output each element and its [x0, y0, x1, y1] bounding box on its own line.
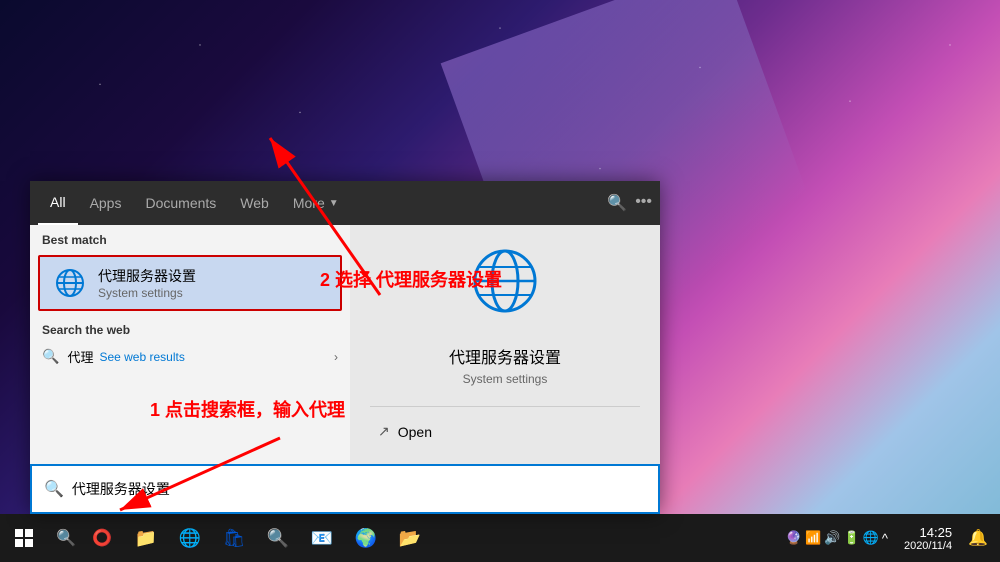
taskbar-wifi-icon[interactable]: 📶: [805, 530, 821, 546]
open-icon: ↗: [378, 423, 390, 440]
detail-subtitle: System settings: [463, 372, 548, 386]
taskbar-cortana-icon[interactable]: ⭕: [84, 514, 120, 562]
tab-apps[interactable]: Apps: [78, 181, 134, 225]
best-match-label: Best match: [30, 225, 350, 251]
tab-more[interactable]: More ▼: [281, 181, 351, 225]
taskbar-ie-icon[interactable]: 🌍: [344, 514, 388, 562]
windows-logo-icon: [15, 529, 33, 547]
taskbar-chevron-icon[interactable]: ^: [882, 531, 888, 546]
taskbar-edge-icon[interactable]: 🌐: [168, 514, 212, 562]
results-left-panel: Best match 代理服务器设置 Syst: [30, 225, 350, 464]
taskbar-right-area: 🔮 📶 🔊 🔋 🌐 ^ 14:25 2020/11/4 🔔: [782, 525, 1000, 552]
start-menu: All Apps Documents Web More ▼ 🔍 ••• Best…: [30, 181, 660, 514]
best-match-title: 代理服务器设置: [98, 266, 196, 286]
nav-tabs: All Apps Documents Web More ▼ 🔍 •••: [30, 181, 660, 225]
results-right-panel: 代理服务器设置 System settings ↗ Open: [350, 225, 660, 464]
taskbar-battery-icon: 🔋: [843, 530, 859, 546]
web-search-query: 代理: [67, 347, 93, 366]
taskbar: 🔍 ⭕ 📁 🌐 🛍 🔍 📧 🌍 📂 🔮 📶 🔊 🔋 🌐 ^: [0, 514, 1000, 562]
taskbar-notification-bell-icon[interactable]: 🔔: [964, 528, 992, 548]
desktop: All Apps Documents Web More ▼ 🔍 ••• Best…: [0, 0, 1000, 562]
detail-title: 代理服务器设置: [449, 344, 561, 368]
taskbar-volume-icon[interactable]: 🔊: [824, 530, 840, 546]
search-bar-icon: 🔍: [44, 479, 64, 499]
tab-documents[interactable]: Documents: [133, 181, 228, 225]
open-label: Open: [398, 424, 432, 440]
clock-date: 2020/11/4: [904, 540, 952, 552]
best-match-item[interactable]: 代理服务器设置 System settings: [38, 255, 342, 311]
web-search-item[interactable]: 🔍 代理 See web results ›: [30, 341, 350, 372]
tab-all[interactable]: All: [38, 181, 78, 225]
web-search-magnifier-icon: 🔍: [42, 348, 59, 365]
detail-open-button[interactable]: ↗ Open: [370, 419, 440, 444]
web-search-arrow-icon: ›: [334, 350, 338, 364]
taskbar-store-icon[interactable]: 🛍: [212, 514, 256, 562]
detail-divider: [370, 406, 640, 407]
search-bar[interactable]: 🔍 代理服务器设置: [30, 464, 660, 514]
best-match-text-group: 代理服务器设置 System settings: [98, 266, 196, 300]
annotation-text-2: 2 选择 代理服务器设置: [320, 266, 502, 292]
search-bar-value[interactable]: 代理服务器设置: [72, 479, 646, 499]
web-section-label: Search the web: [30, 315, 350, 341]
best-match-globe-icon: [52, 265, 88, 301]
taskbar-clock[interactable]: 14:25 2020/11/4: [896, 525, 960, 552]
clock-time: 14:25: [904, 525, 952, 540]
taskbar-search-icon[interactable]: 🔍: [48, 514, 84, 562]
taskbar-network-icon: 🌐: [863, 530, 879, 546]
annotation-text-1: 1 点击搜索框，输入代理: [150, 396, 345, 422]
pin-icon[interactable]: 🔍: [607, 193, 627, 213]
start-button[interactable]: [0, 514, 48, 562]
taskbar-search2-icon[interactable]: 🔍: [256, 514, 300, 562]
taskbar-folder2-icon[interactable]: 📂: [388, 514, 432, 562]
taskbar-notification-area: 🔮 📶 🔊 🔋 🌐 ^: [782, 530, 892, 546]
taskbar-mail-icon[interactable]: 📧: [300, 514, 344, 562]
web-search-label: See web results: [99, 350, 184, 364]
taskbar-vs-icon: 🔮: [786, 530, 802, 546]
taskbar-file-explorer-icon[interactable]: 📁: [124, 514, 168, 562]
tab-web[interactable]: Web: [228, 181, 281, 225]
nav-tab-icons: 🔍 •••: [607, 193, 652, 213]
best-match-subtitle: System settings: [98, 286, 196, 300]
taskbar-apps-area: 📁 🌐 🛍 🔍 📧 🌍 📂: [120, 514, 782, 562]
search-results-area: Best match 代理服务器设置 Syst: [30, 225, 660, 464]
more-options-icon[interactable]: •••: [635, 193, 652, 213]
